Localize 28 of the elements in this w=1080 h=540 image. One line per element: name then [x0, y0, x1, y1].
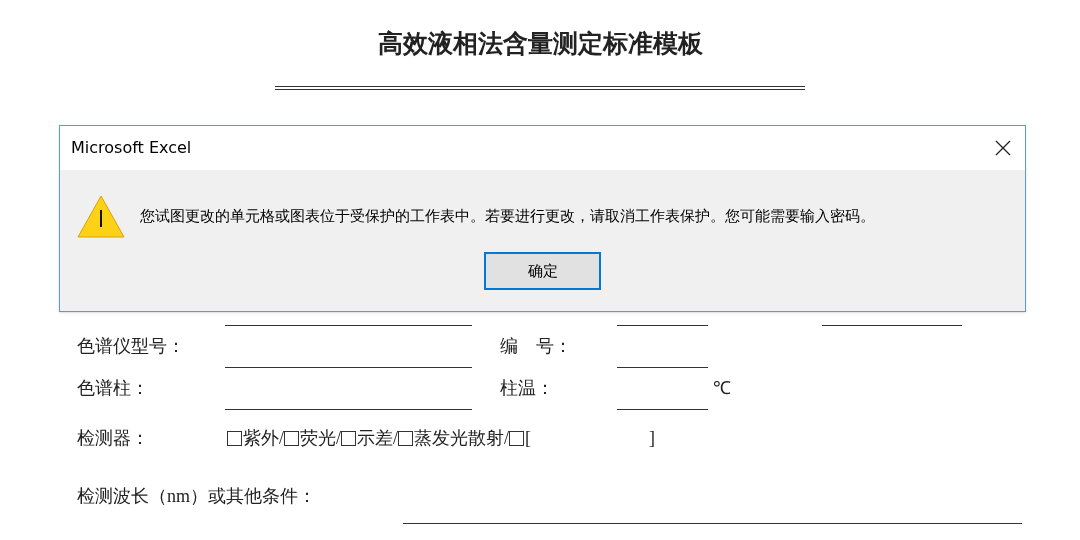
option-label: 蒸发光散射 [414, 426, 505, 450]
bracket: [ [525, 426, 532, 450]
field-label: 色谱柱： [77, 377, 150, 400]
checkbox[interactable] [284, 430, 299, 446]
document-title: 高效液相法含量测定标准模板 [377, 29, 703, 59]
option-label: 荧光 [300, 426, 336, 450]
separator: / [279, 426, 284, 450]
separator: / [393, 426, 399, 450]
checkbox[interactable] [341, 430, 357, 446]
dialog-title: Microsoft Excel [71, 137, 192, 159]
ok-button[interactable]: 确定 [484, 252, 601, 290]
separator: / [336, 426, 342, 450]
checkbox[interactable] [509, 430, 525, 446]
bracket: ] [649, 426, 656, 450]
field-label: 检测波长（nm）或其他条件： [77, 485, 317, 508]
close-icon[interactable] [995, 140, 1011, 156]
unit-label: ℃ [713, 377, 731, 400]
option-label: 示差 [357, 426, 394, 450]
warning-icon [77, 194, 125, 238]
dialog-message: 您试图更改的单元格或图表位于受保护的工作表中。若要进行更改，请取消工作表保护。您可能需要输入密码。 [140, 205, 875, 227]
option-label: 紫外 [243, 426, 279, 450]
separator: / [504, 426, 510, 450]
field-label: 柱温： [500, 377, 555, 400]
field-label: 编 号： [500, 335, 573, 358]
field-label: 检测器： [77, 426, 150, 450]
checkbox[interactable] [398, 430, 414, 446]
checkbox[interactable] [227, 430, 242, 446]
field-label: 色谱仪型号： [77, 335, 186, 358]
